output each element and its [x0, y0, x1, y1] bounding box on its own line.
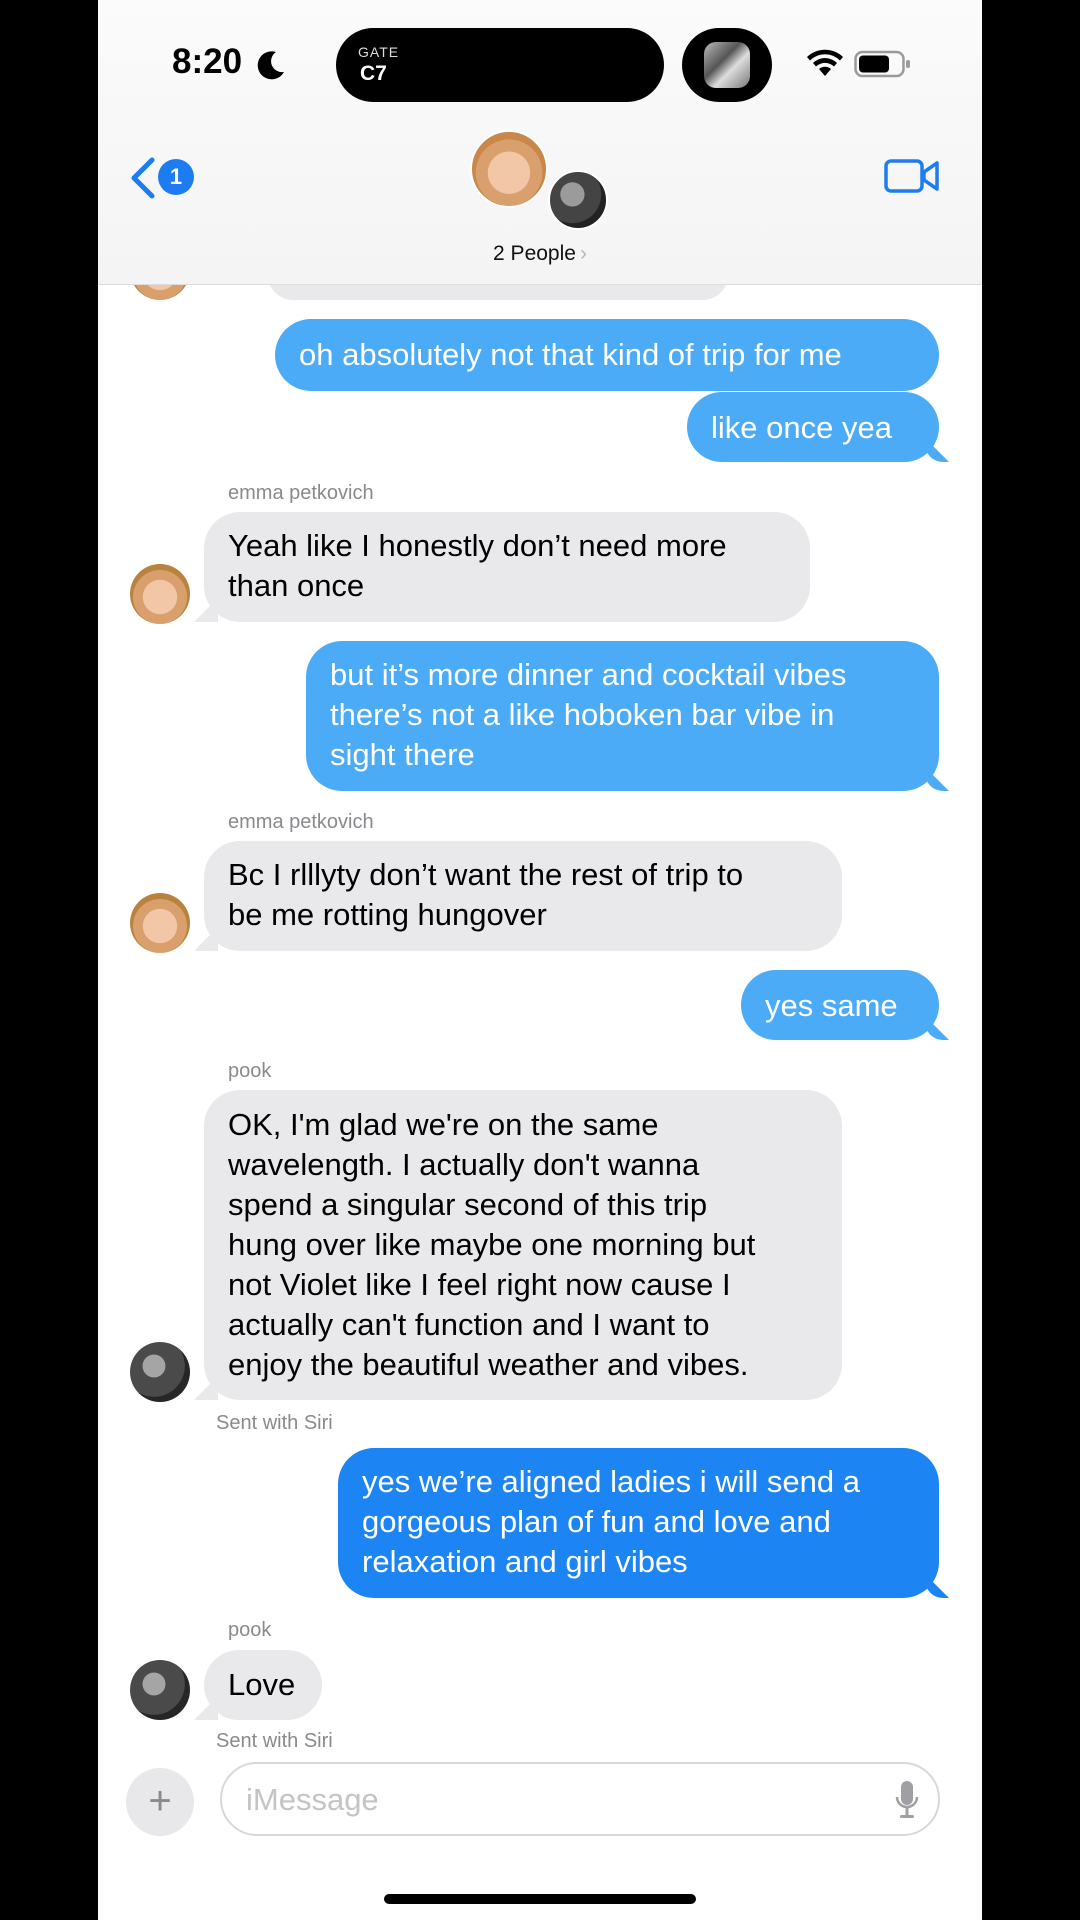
message-bubble-sent[interactable]: but it’s more dinner and cocktail vibes … — [306, 641, 939, 791]
message-bubble-received[interactable]: Yeah like I honestly don’t need more tha… — [204, 512, 810, 622]
status-time: 8:20 — [172, 42, 243, 81]
back-chevron-icon — [131, 157, 155, 199]
message-text: than once — [228, 568, 365, 603]
group-avatar-emma[interactable] — [470, 130, 548, 208]
plus-icon: + — [148, 1779, 172, 1823]
moon-icon — [257, 51, 284, 80]
wifi-icon — [807, 49, 843, 76]
battery-icon — [854, 50, 910, 78]
people-count-label: 2 People — [493, 242, 576, 265]
message-text: there’s not a like hoboken bar vibe in — [330, 697, 835, 732]
message-text: yes same — [765, 988, 898, 1023]
avatar-pook[interactable] — [130, 1342, 190, 1402]
sender-name: emma petkovich — [228, 811, 374, 833]
message-text: relaxation and girl vibes — [362, 1544, 688, 1579]
message-text: enjoy the beautiful weather and vibes. — [228, 1347, 749, 1382]
message-text: sight there — [330, 737, 475, 772]
sender-name: pook — [228, 1619, 272, 1641]
group-details-link[interactable]: 2 People › — [98, 242, 982, 266]
avatar-pook[interactable] — [130, 1660, 190, 1720]
imessage-input[interactable]: iMessage — [220, 1762, 940, 1836]
sent-with-siri-note: Sent with Siri — [216, 1412, 333, 1434]
message-text: like once yea — [711, 410, 892, 445]
message-text: be me rotting hungover — [228, 897, 547, 932]
dynamic-island-live-activity[interactable]: GATE C7 — [336, 28, 664, 102]
message-text: Yeah like I honestly don’t need more — [228, 528, 727, 563]
message-text: spend a singular second of this trip — [228, 1187, 708, 1222]
message-bubble-received[interactable]: OK, I'm glad we're on the same wavelengt… — [204, 1090, 842, 1400]
message-text: Love — [228, 1667, 296, 1702]
message-bubble-sent[interactable]: yes we’re aligned ladies i will send a g… — [338, 1448, 939, 1598]
message-bubble-sent[interactable]: oh absolutely not that kind of trip for … — [275, 319, 939, 391]
chevron-right-icon: › — [579, 242, 587, 265]
message-text: yes we’re aligned ladies i will send a — [362, 1464, 860, 1499]
phone-screen: oh absolutely not that kind of trip for … — [98, 0, 982, 1920]
message-text: actually can't function and I want to — [228, 1307, 710, 1342]
message-text: Bc I rlllyty don’t want the rest of trip… — [228, 857, 744, 892]
sent-with-siri-note: Sent with Siri — [216, 1730, 333, 1752]
video-camera-icon[interactable] — [884, 158, 940, 194]
plus-button[interactable]: + — [126, 1768, 194, 1836]
message-text: gorgeous plan of fun and love and — [362, 1504, 831, 1539]
gate-value: C7 — [360, 62, 387, 85]
mic-icon[interactable] — [894, 1780, 920, 1820]
message-text: but it’s more dinner and cocktail vibes — [330, 657, 847, 692]
message-text: hung over like maybe one morning but — [228, 1227, 756, 1262]
sender-name: pook — [228, 1060, 272, 1082]
back-button[interactable]: 1 — [128, 154, 198, 202]
gate-label: GATE — [358, 44, 400, 60]
message-thread[interactable]: oh absolutely not that kind of trip for … — [98, 0, 982, 1920]
conversation-header: 8:20 GATE C7 1 2 People › — [98, 0, 982, 285]
message-bubble-sent[interactable]: yes same — [741, 970, 939, 1040]
imessage-placeholder: iMessage — [246, 1782, 379, 1817]
message-text: not Violet like I feel right now cause I — [228, 1267, 731, 1302]
message-text: wavelength. I actually don't wanna — [228, 1147, 700, 1182]
message-bubble-received[interactable]: Bc I rlllyty don’t want the rest of trip… — [204, 841, 842, 951]
album-art-icon — [704, 42, 750, 88]
message-text: OK, I'm glad we're on the same — [228, 1107, 659, 1142]
message-bubble-received[interactable]: Love — [204, 1650, 322, 1720]
sender-name: emma petkovich — [228, 482, 374, 504]
group-avatar-pook[interactable] — [548, 170, 608, 230]
avatar-emma[interactable] — [130, 893, 190, 953]
avatar-emma[interactable] — [130, 564, 190, 624]
home-indicator[interactable] — [384, 1894, 696, 1904]
dynamic-island-artwork[interactable] — [682, 28, 772, 102]
message-bubble-sent[interactable]: like once yea — [687, 392, 939, 462]
unread-badge: 1 — [158, 159, 194, 195]
message-text: oh absolutely not that kind of trip for … — [299, 337, 842, 372]
